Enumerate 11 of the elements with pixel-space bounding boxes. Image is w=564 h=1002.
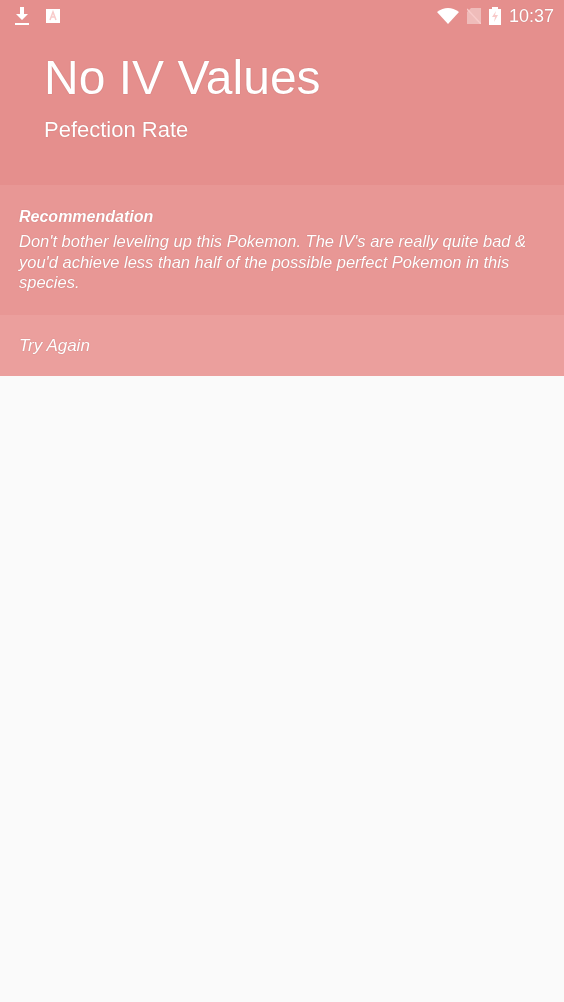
download-icon [14, 7, 30, 25]
result-subtitle: Pefection Rate [44, 115, 190, 144]
result-title: No IV Values [44, 52, 322, 105]
no-sim-icon [466, 8, 481, 24]
recommendation-text: Don't bother leveling up this Pokemon. The IV's are really quite bad & you'd achieve less than half of the possible perfect Pokemon in this species. [19, 231, 528, 293]
recommendation-heading: Recommendation [19, 207, 155, 227]
wifi-icon [436, 8, 459, 24]
battery-charging-icon [488, 7, 501, 25]
try-again-button[interactable]: Try Again [0, 315, 564, 376]
app-icon [46, 9, 60, 23]
clock: 10:37 [508, 4, 554, 28]
